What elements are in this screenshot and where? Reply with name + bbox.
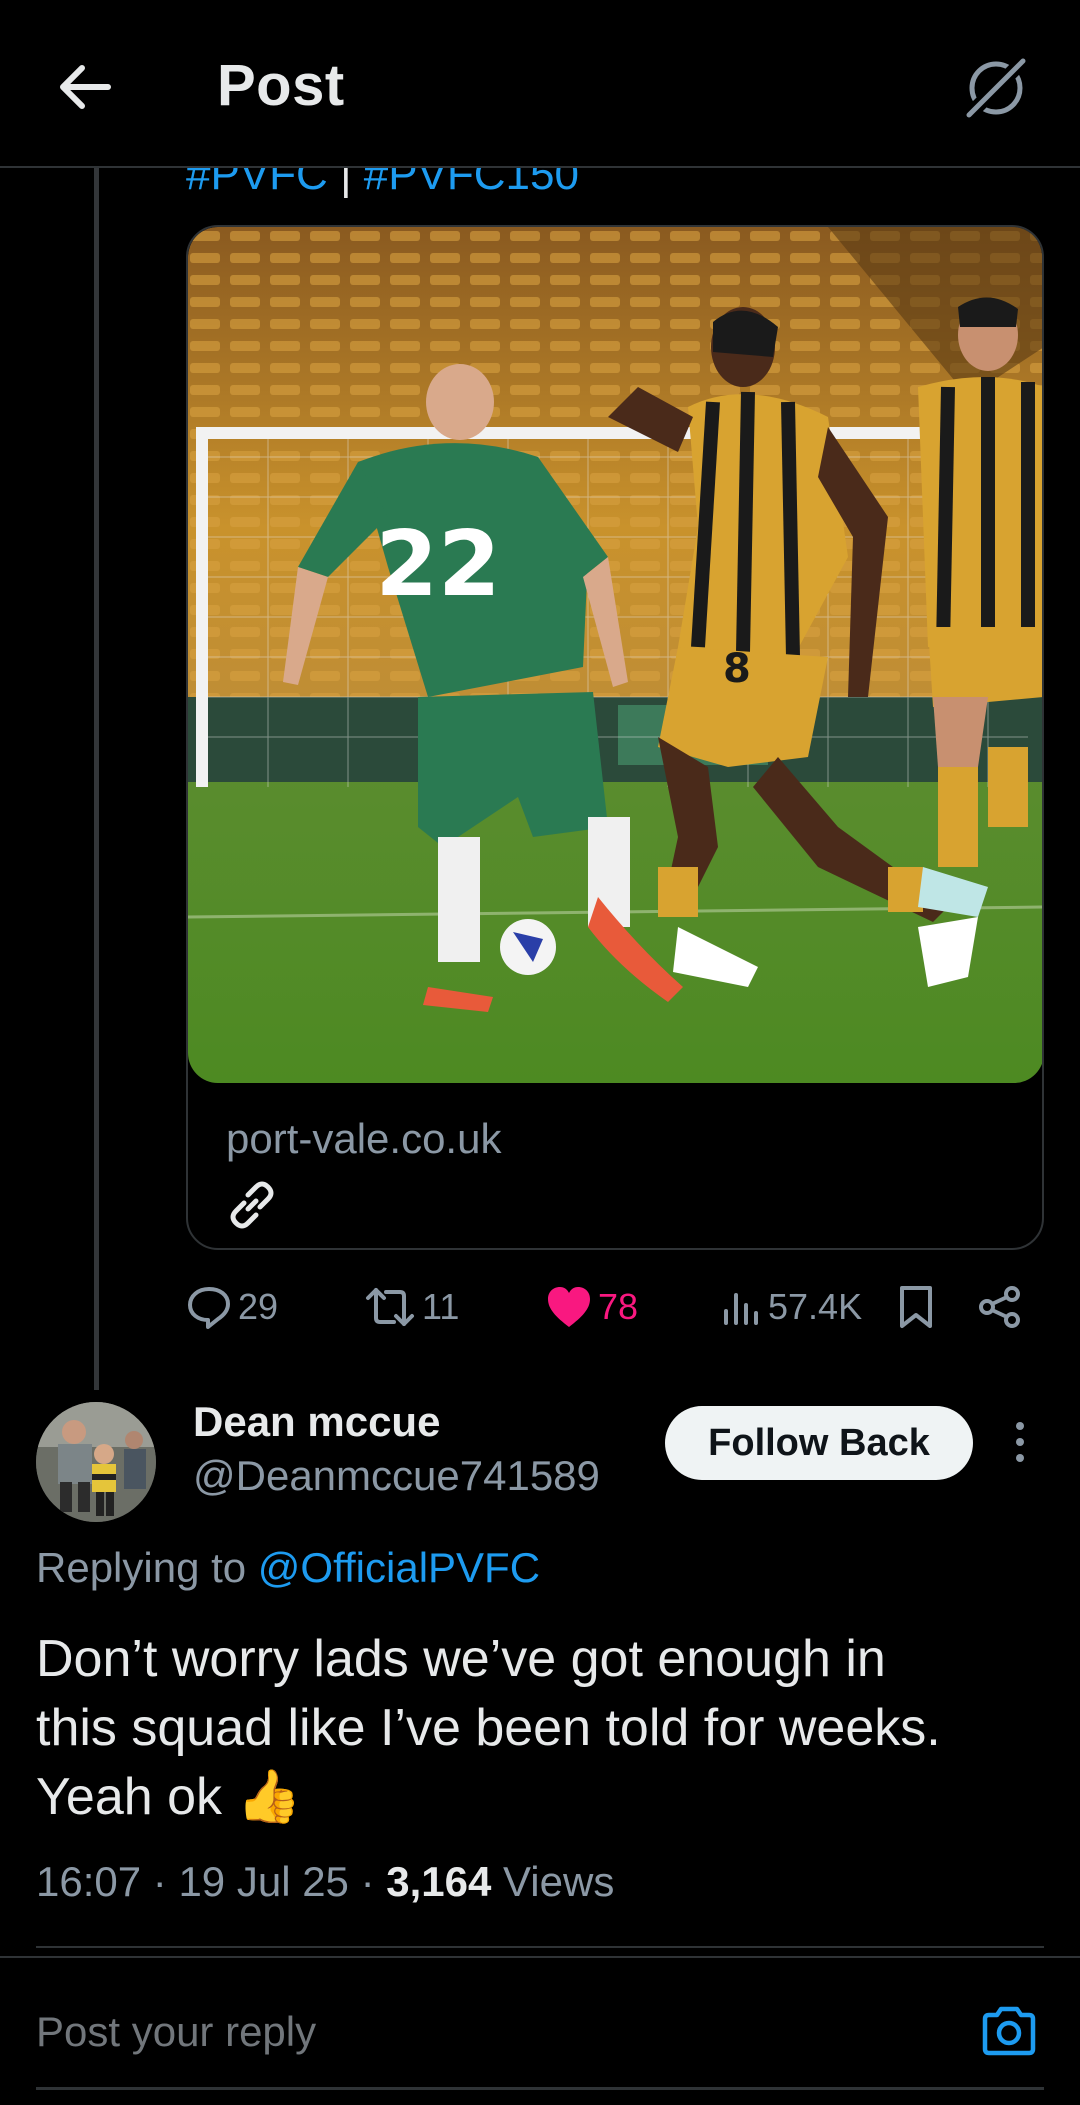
display-name[interactable]: Dean mccue	[193, 1398, 440, 1446]
replying-to-line: Replying to @OfficialPVFC	[36, 1544, 540, 1592]
reply-count: 29	[238, 1286, 279, 1327]
top-app-bar: Post	[0, 0, 1080, 168]
jersey-number-22: 22	[375, 512, 500, 617]
post-action-bar: 29 11 78 57.4K	[186, 1272, 1046, 1342]
post-date[interactable]: 19 Jul 25	[178, 1858, 348, 1905]
grok-button[interactable]	[956, 48, 1036, 128]
reply-text-line: Yeah ok 👍	[36, 1768, 302, 1826]
post-time[interactable]: 16:07	[36, 1858, 141, 1905]
more-dot	[1016, 1438, 1024, 1446]
meta-separator: ·	[152, 1858, 167, 1905]
card-domain: port-vale.co.uk	[226, 1115, 502, 1162]
more-options-button[interactable]	[1005, 1412, 1035, 1472]
card-image[interactable]: 22 8	[188, 227, 1042, 1083]
camera-icon	[982, 2006, 1036, 2056]
avatar[interactable]	[36, 1402, 156, 1522]
arrow-left-icon	[60, 65, 111, 109]
back-button[interactable]	[50, 52, 120, 122]
reply-composer-input[interactable]: Post your reply	[36, 2008, 316, 2056]
replying-prefix: Replying to	[36, 1544, 258, 1591]
post-views-count: 3,164	[386, 1858, 492, 1905]
grok-icon	[962, 54, 1030, 122]
views-button[interactable]: 57.4K	[722, 1272, 862, 1342]
analytics-icon	[724, 1293, 758, 1325]
follow-back-button[interactable]: Follow Back	[665, 1406, 973, 1480]
like-count: 78	[598, 1286, 639, 1327]
repost-icon	[366, 1288, 414, 1326]
reply-text-line: this squad like I’ve been told for weeks…	[36, 1699, 941, 1757]
reply-button[interactable]: 29	[186, 1272, 278, 1342]
more-dot	[1016, 1454, 1024, 1462]
football-photo: 22 8	[188, 227, 1042, 1083]
link-preview-card[interactable]: 22 8 port-vale.co.uk	[186, 225, 1044, 1250]
meta-separator: ·	[360, 1858, 375, 1905]
more-dot	[1016, 1422, 1024, 1430]
like-button[interactable]: 78	[546, 1272, 638, 1342]
reply-text: Don’t worry lads we’ve got enough in thi…	[36, 1625, 1046, 1832]
share-icon	[979, 1286, 1020, 1328]
user-handle[interactable]: @Deanmccue741589	[193, 1452, 600, 1500]
thread-connector-line	[94, 168, 99, 1390]
heart-filled-icon	[548, 1287, 590, 1327]
divider	[0, 1956, 1080, 1958]
camera-button[interactable]	[974, 1996, 1044, 2066]
link-icon	[224, 1177, 280, 1233]
composer-underline	[36, 2087, 1044, 2090]
bookmark-button[interactable]	[896, 1272, 936, 1342]
post-views-label: Views	[503, 1858, 615, 1905]
repost-count: 11	[422, 1286, 460, 1327]
divider	[36, 1946, 1044, 1948]
share-button[interactable]	[978, 1272, 1022, 1342]
page-title: Post	[217, 53, 345, 118]
views-count: 57.4K	[768, 1286, 863, 1327]
post-metadata: 16:07 · 19 Jul 25 · 3,164 Views	[36, 1858, 614, 1906]
repost-button[interactable]: 11	[364, 1272, 459, 1342]
bookmark-icon	[900, 1286, 932, 1328]
replying-to-link[interactable]: @OfficialPVFC	[258, 1544, 540, 1591]
reply-icon	[188, 1287, 230, 1329]
reply-text-line: Don’t worry lads we’ve got enough in	[36, 1630, 886, 1688]
jersey-number-8: 8	[723, 646, 751, 692]
